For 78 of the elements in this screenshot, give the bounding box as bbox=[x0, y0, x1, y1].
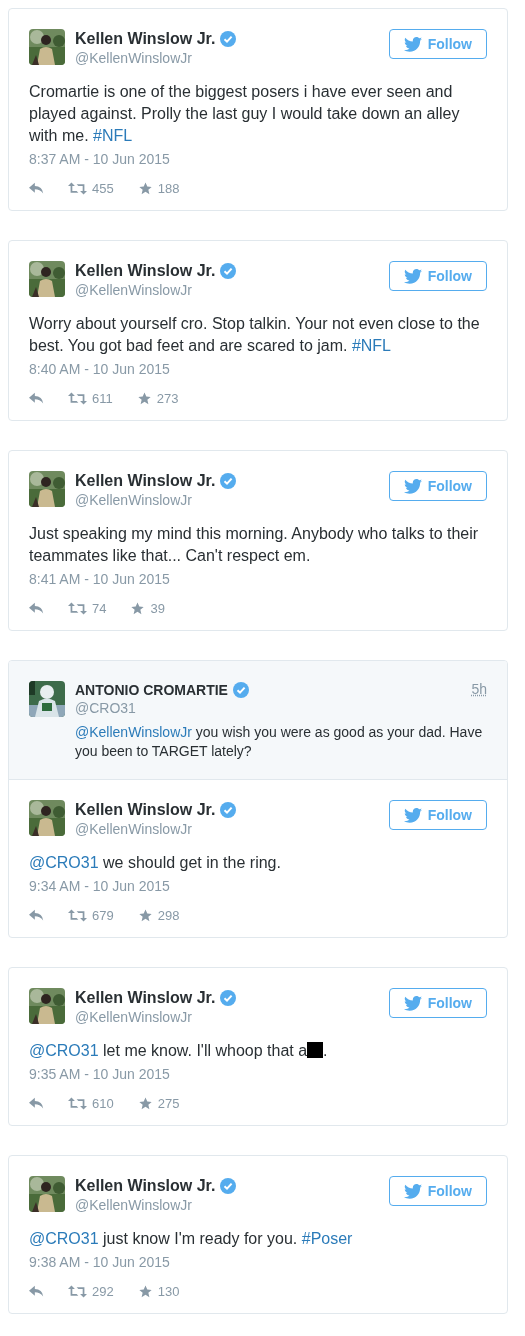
retweet-count: 679 bbox=[92, 908, 114, 923]
bird-icon bbox=[403, 995, 422, 1011]
star-icon[interactable] bbox=[137, 1285, 153, 1298]
redaction-bar bbox=[307, 1042, 324, 1058]
mention-link[interactable]: @KellenWinslowJr bbox=[75, 724, 192, 740]
retweet-icon[interactable] bbox=[68, 1285, 87, 1298]
tweet-link[interactable]: #NFL bbox=[351, 337, 391, 354]
favorite-count: 130 bbox=[157, 1284, 180, 1299]
retweet-count: 611 bbox=[92, 391, 113, 406]
retweet-icon[interactable] bbox=[68, 392, 87, 405]
favorite-count: 39 bbox=[150, 601, 165, 616]
follow-button[interactable]: Follow bbox=[388, 1176, 487, 1206]
tweet-text: Cromartie is one of the biggest posers i have ever seen and played against. Prolly the last guy I would take down an alley with me. #NFL bbox=[29, 82, 461, 146]
timestamp: 8:40 AM - 10 Jun 2015 bbox=[29, 361, 171, 377]
author-handle: @KellenWinslowJr bbox=[75, 1196, 193, 1214]
star-icon[interactable] bbox=[136, 392, 152, 405]
timestamp: 8:37 AM - 10 Jun 2015 bbox=[29, 151, 171, 167]
star-icon[interactable] bbox=[130, 602, 146, 615]
timestamp: 9:38 AM - 10 Jun 2015 bbox=[29, 1254, 171, 1270]
tweet-link[interactable]: @CRO31 bbox=[29, 1230, 99, 1247]
author-handle: @KellenWinslowJr bbox=[75, 820, 193, 838]
timestamp: 9:34 AM - 10 Jun 2015 bbox=[29, 878, 171, 894]
retweet-icon[interactable] bbox=[68, 1097, 87, 1110]
follow-button[interactable]: Follow bbox=[388, 800, 487, 830]
author-handle: @KellenWinslowJr bbox=[75, 491, 193, 509]
tweet-age-link[interactable]: 5h bbox=[471, 681, 487, 697]
tweet-link[interactable]: #Poser bbox=[301, 1230, 353, 1247]
star-icon[interactable] bbox=[137, 182, 153, 195]
retweet-icon[interactable] bbox=[68, 602, 87, 615]
bird-icon bbox=[403, 268, 422, 284]
tweet-text: @CRO31 just know I'm ready for you. #Poser bbox=[29, 1229, 354, 1249]
author-name: Kellen Winslow Jr. bbox=[75, 1176, 216, 1196]
tweet-text: Just speaking my mind this morning. Anybody who talks to their teammates like that... Can't respect em. bbox=[29, 524, 480, 566]
timestamp: 9:35 AM - 10 Jun 2015 bbox=[29, 1066, 171, 1082]
retweet-count: 455 bbox=[92, 181, 114, 196]
bird-icon bbox=[403, 36, 422, 52]
tweet-text: @KellenWinslowJr you wish you were as good as your dad. Have you been to TARGET lately? bbox=[75, 723, 484, 761]
follow-button[interactable]: Follow bbox=[388, 988, 487, 1018]
author-handle: @KellenWinslowJr bbox=[75, 281, 193, 299]
author-name: Kellen Winslow Jr. bbox=[75, 988, 216, 1008]
author-handle: @KellenWinslowJr bbox=[75, 49, 193, 67]
author-name: Kellen Winslow Jr. bbox=[75, 800, 216, 820]
reply-icon[interactable] bbox=[29, 392, 44, 405]
reply-icon[interactable] bbox=[29, 909, 44, 922]
tweet-text: @CRO31 let me know. I'll whoop that a . bbox=[29, 1041, 329, 1061]
tweet-text: Worry about yourself cro. Stop talkin. Your not even close to the best. You got bad feet and are scared to jam. #NFL bbox=[29, 314, 481, 356]
timestamp: 8:41 AM - 10 Jun 2015 bbox=[29, 571, 171, 587]
tweet-link[interactable]: #NFL bbox=[93, 127, 133, 144]
tweet-link[interactable]: @CRO31 bbox=[29, 1042, 99, 1059]
star-icon[interactable] bbox=[137, 1097, 153, 1110]
reply-icon[interactable] bbox=[29, 182, 44, 195]
author-name: Kellen Winslow Jr. bbox=[75, 29, 216, 49]
follow-button[interactable]: Follow bbox=[388, 261, 487, 291]
follow-button[interactable]: Follow bbox=[388, 471, 487, 501]
author-name: Kellen Winslow Jr. bbox=[75, 471, 216, 491]
author-name: ANTONIO CROMARTIE bbox=[75, 681, 228, 699]
tweet-text: @CRO31 we should get in the ring. bbox=[29, 853, 282, 873]
retweet-count: 610 bbox=[92, 1096, 114, 1111]
reply-icon[interactable] bbox=[29, 1097, 44, 1110]
bird-icon bbox=[403, 478, 422, 494]
retweet-count: 292 bbox=[92, 1284, 114, 1299]
tweet-link[interactable]: @CRO31 bbox=[29, 854, 99, 871]
author-handle: @CRO31 bbox=[75, 699, 137, 717]
favorite-count: 298 bbox=[157, 908, 180, 923]
retweet-icon[interactable] bbox=[68, 182, 87, 195]
favorite-count: 188 bbox=[157, 181, 180, 196]
reply-icon[interactable] bbox=[29, 1285, 44, 1298]
retweet-icon[interactable] bbox=[68, 909, 87, 922]
bird-icon bbox=[403, 1183, 422, 1199]
author-handle: @KellenWinslowJr bbox=[75, 1008, 193, 1026]
author-name: Kellen Winslow Jr. bbox=[75, 261, 216, 281]
favorite-count: 275 bbox=[157, 1096, 180, 1111]
star-icon[interactable] bbox=[137, 909, 153, 922]
favorite-count: 273 bbox=[156, 391, 179, 406]
follow-button[interactable]: Follow bbox=[388, 29, 487, 59]
retweet-count: 74 bbox=[92, 601, 107, 616]
reply-icon[interactable] bbox=[29, 602, 44, 615]
bird-icon bbox=[403, 807, 422, 823]
